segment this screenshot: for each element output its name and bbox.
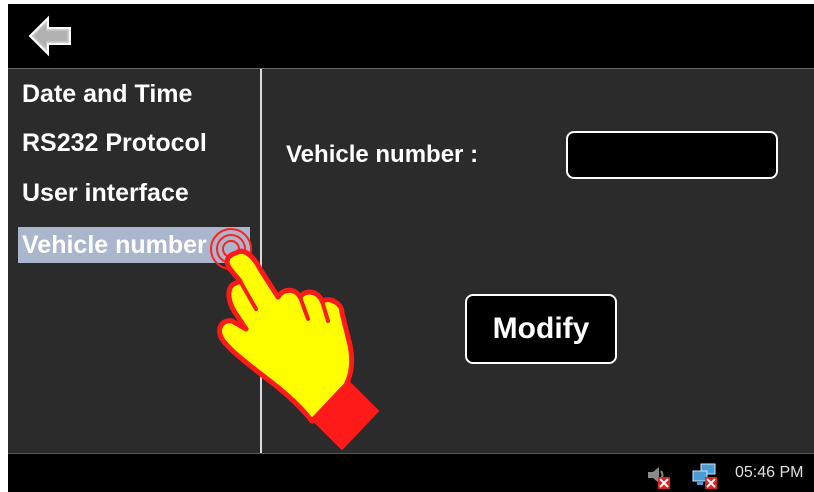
sidebar-item-date-and-time[interactable]: Date and Time — [18, 76, 196, 112]
sidebar-item-user-interface[interactable]: User interface — [18, 175, 193, 211]
vehicle-number-label: Vehicle number : — [286, 141, 479, 168]
top-bar — [8, 4, 814, 68]
sidebar-item-vehicle-number[interactable]: Vehicle number — [18, 227, 250, 263]
settings-panel: Date and Time RS232 Protocol User interf… — [8, 68, 814, 454]
modify-button[interactable]: Modify — [465, 294, 617, 364]
taskbar: 05:46 PM — [8, 453, 814, 492]
network-disconnected-icon[interactable] — [691, 462, 719, 490]
vehicle-number-pane: Vehicle number : Modify — [264, 69, 814, 454]
settings-sidebar: Date and Time RS232 Protocol User interf… — [8, 69, 262, 454]
device-screen: Date and Time RS232 Protocol User interf… — [8, 4, 814, 492]
volume-muted-icon[interactable] — [644, 462, 672, 490]
taskbar-clock: 05:46 PM — [735, 464, 804, 481]
vehicle-number-field[interactable] — [566, 131, 778, 179]
back-arrow-icon — [28, 15, 71, 57]
back-button[interactable] — [26, 12, 76, 62]
sidebar-item-rs232-protocol[interactable]: RS232 Protocol — [18, 125, 211, 161]
